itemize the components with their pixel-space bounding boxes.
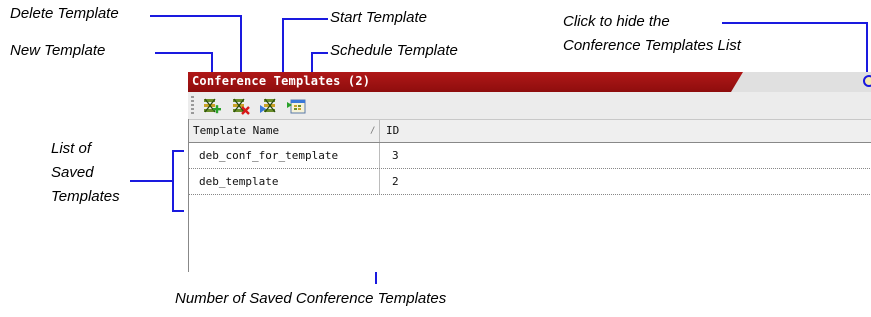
- table-row[interactable]: deb_conf_for_template 3: [189, 143, 871, 169]
- toolbar-grip: [191, 96, 194, 114]
- list-saved-bracket: [172, 150, 174, 212]
- column-header-template-name[interactable]: Template Name: [193, 124, 279, 137]
- list-saved-callout-line: [130, 180, 174, 182]
- hide-list-callout-line: [866, 22, 868, 74]
- number-saved-callout: Number of Saved Conference Templates: [175, 290, 447, 307]
- panel-title: Conference Templates (2): [192, 74, 371, 88]
- list-saved-bracket: [172, 210, 184, 212]
- templates-table: Template Name / ID deb_conf_for_template…: [188, 119, 871, 272]
- start-callout-line: [282, 18, 328, 20]
- delete-template-callout: Delete Template: [10, 5, 119, 22]
- schedule-template-icon[interactable]: [287, 96, 307, 116]
- template-name-cell: deb_conf_for_template: [199, 149, 339, 162]
- list-saved-callout-line1: List of: [51, 140, 92, 157]
- hide-list-callout-line2: Conference Templates List: [563, 37, 741, 54]
- table-row[interactable]: deb_template 2: [189, 169, 871, 195]
- list-saved-callout-line3: Templates: [51, 188, 120, 205]
- schedule-callout-line: [311, 52, 328, 54]
- template-id-cell: 3: [392, 149, 399, 162]
- list-saved-bracket: [172, 150, 184, 152]
- start-template-callout: Start Template: [330, 9, 427, 26]
- column-header-id[interactable]: ID: [386, 124, 399, 137]
- template-name-cell: deb_template: [199, 175, 279, 188]
- new-callout-line: [155, 52, 213, 54]
- column-divider[interactable]: [379, 120, 380, 142]
- panel-title-bar: Conference Templates (2): [188, 72, 871, 92]
- table-header: Template Name / ID: [189, 119, 871, 143]
- toolbar: [188, 92, 871, 119]
- template-id-cell: 2: [392, 175, 399, 188]
- new-template-icon[interactable]: [202, 96, 222, 116]
- list-saved-callout-line2: Saved: [51, 164, 94, 181]
- delete-callout-line: [150, 15, 242, 17]
- hide-list-button[interactable]: [863, 75, 871, 87]
- start-template-icon[interactable]: [259, 96, 279, 116]
- conference-templates-panel: Conference Templates (2) Template Name /…: [188, 72, 871, 272]
- sort-handle-icon[interactable]: /: [370, 126, 375, 136]
- delete-template-icon[interactable]: [231, 96, 251, 116]
- schedule-template-callout: Schedule Template: [330, 42, 458, 59]
- new-template-callout: New Template: [10, 42, 106, 59]
- hide-list-callout-line1: Click to hide the: [563, 13, 670, 30]
- hide-list-callout-line: [722, 22, 868, 24]
